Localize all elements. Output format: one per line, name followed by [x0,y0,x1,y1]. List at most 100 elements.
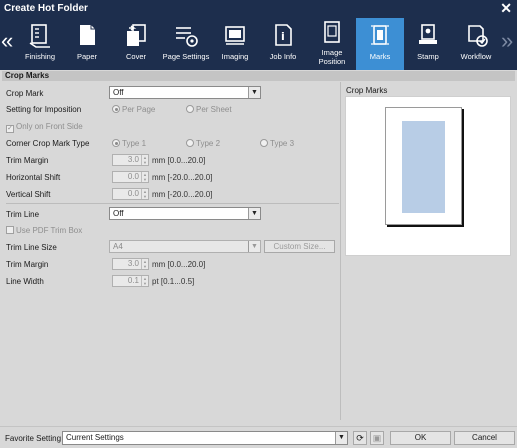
favorite-setting-value: Current Settings [66,433,124,442]
finishing-icon [29,24,50,48]
per-page-label: Per Page [122,105,156,114]
tab-label: Image Position [318,48,346,66]
chevron-down-icon: ▼ [248,87,260,98]
radio-per-page[interactable]: Per Page [112,105,155,114]
tab-paper[interactable]: Paper [64,18,110,70]
scroll-left-icon[interactable]: « [1,30,13,52]
chevron-down-icon: ▼ [335,432,347,444]
trim-margin2-label: Trim Margin [6,260,49,269]
radio-type-3[interactable]: Type 3 [260,139,294,148]
ok-button[interactable]: OK [390,431,451,445]
preview-panel: Crop Marks [342,82,515,420]
section-header: Crop Marks [2,71,515,81]
tab-imaging[interactable]: Imaging [214,18,256,70]
trim-margin2-value: 3.0 [127,259,139,268]
stepper-arrows-icon: ▲ ▼ [141,276,148,286]
favorite-setting-label: Favorite Setting [5,434,62,443]
job-info-icon: i [275,24,292,46]
imaging-icon [225,26,245,45]
footer-bar: Favorite Setting Current Settings ▼ ⟳ ▣ … [0,426,517,448]
corner-type-label: Corner Crop Mark Type [6,139,90,148]
crop-mark-select[interactable]: Off ▼ [109,86,261,99]
stepper-arrows-icon: ▲ ▼ [141,259,148,269]
line-width-stepper[interactable]: 0.1 ▲ ▼ [112,275,149,287]
tab-job-info[interactable]: i Job Info [260,18,306,70]
tab-label: Finishing [24,52,55,61]
paper-icon [80,25,95,45]
tab-marks[interactable]: Marks [356,18,404,70]
radio-unselected-icon [260,139,268,147]
radio-selected-icon [112,139,120,147]
trim-margin-label: Trim Margin [6,156,49,165]
tab-label: Stamp [417,52,439,61]
tab-label: Workflow [460,52,492,61]
tab-label: Imaging [221,52,249,61]
type-1-label: Type 1 [122,139,147,148]
tab-stamp[interactable]: Stamp [406,18,450,70]
chevron-down-icon: ▼ [248,208,260,219]
tab-cover[interactable]: Cover [113,18,159,70]
radio-type-1[interactable]: Type 1 [112,139,146,148]
trim-line-value: Off [113,209,124,218]
tab-workflow[interactable]: Workflow [453,18,499,70]
per-sheet-label: Per Sheet [196,105,232,114]
v-shift-value: 0.0 [127,189,139,198]
front-side-checkbox[interactable]: ✓ Only on Front Side [6,122,83,133]
close-icon[interactable]: ✕ [500,1,512,15]
pane-divider [340,82,341,420]
trim-margin-stepper[interactable]: 3.0 ▲ ▼ [112,154,149,166]
pdf-trim-checkbox[interactable]: Use PDF Trim Box [6,226,82,235]
svg-text:i: i [281,30,285,43]
v-shift-unit: mm [-20.0...20.0] [152,190,213,199]
cancel-button[interactable]: Cancel [454,431,515,445]
tab-page-settings[interactable]: Page Settings [160,18,212,70]
trim-margin2-unit: mm [0.0...20.0] [152,260,206,269]
v-shift-stepper[interactable]: 0.0 ▲ ▼ [112,188,149,200]
type-3-label: Type 3 [270,139,295,148]
favorite-setting-select[interactable]: Current Settings ▼ [62,431,348,445]
v-shift-label: Vertical Shift [6,190,51,199]
stepper-arrows-icon: ▲ ▼ [141,172,148,182]
checkmark-icon: ✓ [6,125,14,133]
tab-image-position[interactable]: Image Position [310,18,354,70]
radio-type-2[interactable]: Type 2 [186,139,220,148]
h-shift-stepper[interactable]: 0.0 ▲ ▼ [112,171,149,183]
divider [6,203,339,204]
h-shift-unit: mm [-20.0...20.0] [152,173,213,182]
save-icon[interactable]: ▣ [370,431,384,445]
function-toolbar: « Finishing Paper Cover Page Settings Im… [0,18,517,70]
custom-size-button[interactable]: Custom Size... [264,240,335,253]
trim-margin-value: 3.0 [127,155,139,164]
preview-title: Crop Marks [346,86,388,95]
scroll-right-icon[interactable]: » [501,30,513,52]
trim-size-select[interactable]: A4 ▼ [109,240,261,253]
tab-label: Job Info [269,52,297,61]
h-shift-label: Horizontal Shift [6,173,61,182]
radio-unselected-icon [186,139,194,147]
tab-label: Cover [125,52,146,61]
trim-size-value: A4 [113,242,123,251]
chevron-down-icon: ▼ [248,241,260,252]
crop-mark-value: Off [113,88,124,97]
radio-unselected-icon [186,105,194,113]
image-area [402,121,445,213]
trim-line-select[interactable]: Off ▼ [109,207,261,220]
trim-size-label: Trim Line Size [6,243,57,252]
window-title: Create Hot Folder [4,3,88,14]
page-settings-icon [176,27,198,47]
checkbox-icon [6,226,14,234]
type-2-label: Type 2 [196,139,221,148]
imposition-label: Setting for Imposition [6,105,82,114]
front-side-label: Only on Front Side [16,122,83,131]
tab-finishing[interactable]: Finishing [18,18,62,70]
tab-label: Paper [76,52,97,61]
page-preview [385,107,462,225]
refresh-icon[interactable]: ⟳ [353,431,367,445]
line-width-unit: pt [0.1...0.5] [152,277,195,286]
trim-margin2-stepper[interactable]: 3.0 ▲ ▼ [112,258,149,270]
radio-per-sheet[interactable]: Per Sheet [186,105,232,114]
line-width-value: 0.1 [127,276,139,285]
tab-label: Page Settings [162,52,210,61]
title-bar: Create Hot Folder ✕ [0,0,517,18]
stepper-arrows-icon: ▲ ▼ [141,189,148,199]
